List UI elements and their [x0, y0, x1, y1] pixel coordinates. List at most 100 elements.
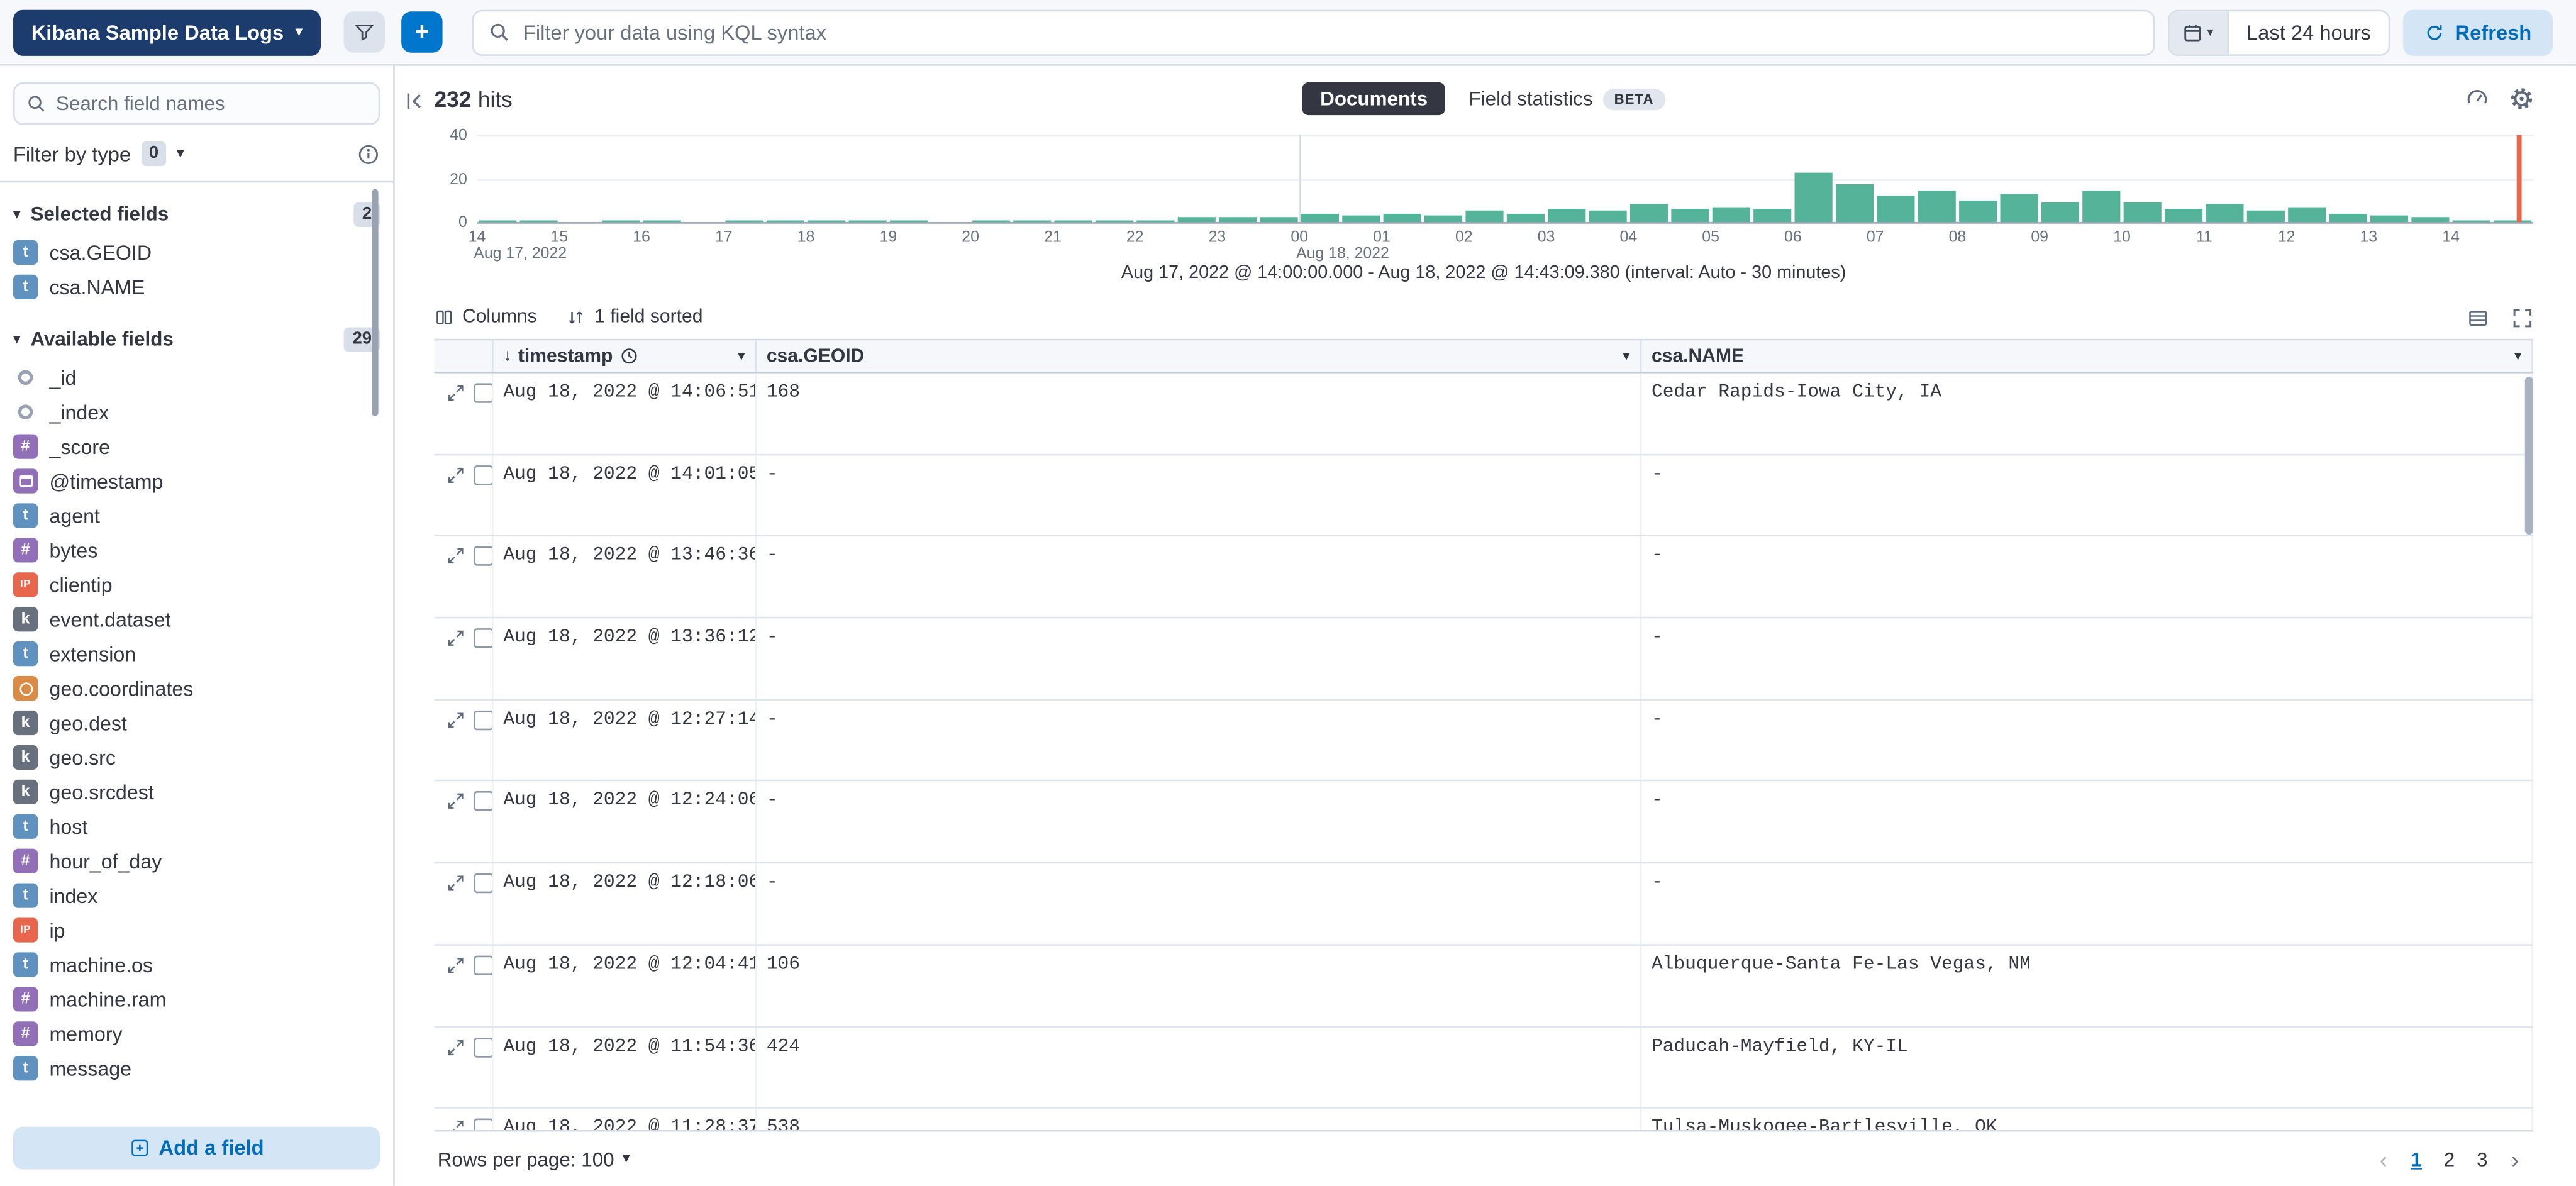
histogram-bar[interactable] [1055, 220, 1092, 222]
histogram-bar[interactable] [1342, 216, 1380, 222]
histogram-bar[interactable] [1589, 211, 1627, 222]
histogram-bar[interactable] [1260, 218, 1297, 222]
select-row-checkbox[interactable] [474, 1037, 493, 1056]
select-row-checkbox[interactable] [474, 710, 493, 729]
column-header-timestamp[interactable]: ↓ timestamp ▾ [494, 340, 757, 372]
histogram-bar[interactable] [890, 220, 928, 222]
histogram-bar[interactable] [1630, 204, 1668, 222]
histogram-bar[interactable] [1918, 192, 1956, 223]
select-row-checkbox[interactable] [474, 955, 493, 975]
histogram-bar[interactable] [1959, 200, 1997, 222]
tab-documents[interactable]: Documents [1302, 82, 1445, 115]
time-range-button[interactable]: Last 24 hours [2228, 11, 2389, 53]
histogram-bar[interactable] [2288, 207, 2326, 222]
page-button-1[interactable]: 1 [2402, 1142, 2431, 1175]
field-item-memory[interactable]: #memory [0, 1016, 393, 1051]
table-scrollbar[interactable] [2525, 377, 2533, 535]
expand-document-button[interactable] [446, 873, 465, 893]
expand-document-button[interactable] [446, 955, 465, 975]
select-row-checkbox[interactable] [474, 628, 493, 648]
columns-button[interactable]: Columns [434, 308, 536, 327]
page-button-2[interactable]: 2 [2434, 1142, 2464, 1175]
add-filter-button[interactable]: + [401, 11, 442, 52]
fullscreen-button[interactable] [2512, 307, 2533, 328]
sidebar-scrollbar[interactable] [372, 189, 378, 416]
histogram-bar[interactable] [1507, 213, 1545, 222]
expand-document-button[interactable] [446, 628, 465, 648]
field-item-machine.ram[interactable]: #machine.ram [0, 982, 393, 1016]
selected-fields-accordion[interactable]: ▾ Selected fields 2 [0, 192, 393, 235]
expand-document-button[interactable] [446, 792, 465, 811]
field-item-_index[interactable]: _index [0, 395, 393, 430]
histogram-bar[interactable] [2041, 202, 2079, 222]
histogram-bar[interactable] [2082, 192, 2120, 223]
histogram-bar[interactable] [519, 220, 557, 222]
field-item-_score[interactable]: #_score [0, 430, 393, 464]
column-header-csa-name[interactable]: csa.NAME ▾ [1641, 340, 2533, 372]
select-row-checkbox[interactable] [474, 465, 493, 484]
field-item-ip[interactable]: IPip [0, 913, 393, 948]
select-row-checkbox[interactable] [474, 1119, 493, 1130]
date-picker-calendar-button[interactable]: ▾ [2169, 11, 2228, 53]
sort-fields-button[interactable]: 1 field sorted [567, 308, 703, 327]
histogram-bar[interactable] [1013, 220, 1051, 222]
tab-field-statistics[interactable]: Field statistics BETA [1468, 87, 1665, 111]
histogram-bar[interactable] [725, 220, 763, 222]
histogram-bar[interactable] [1424, 216, 1462, 222]
histogram-bar[interactable] [2247, 211, 2285, 222]
histogram-bar[interactable] [767, 220, 804, 222]
histogram-bar[interactable] [1713, 207, 1750, 222]
refresh-button[interactable]: Refresh [2404, 9, 2553, 55]
histogram-bar[interactable] [849, 220, 887, 222]
field-item-bytes[interactable]: #bytes [0, 533, 393, 567]
chart-options-button[interactable] [2510, 87, 2533, 111]
field-item-@timestamp[interactable]: @timestamp [0, 464, 393, 499]
field-item-csa.GEOID[interactable]: tcsa.GEOID [0, 235, 393, 270]
filter-by-type-button[interactable]: Filter by type 0 ▾ [13, 141, 184, 166]
expand-document-button[interactable] [446, 383, 465, 402]
histogram-bar[interactable] [1178, 218, 1216, 222]
histogram-bar[interactable] [1465, 211, 1503, 222]
histogram-bar[interactable] [1836, 185, 1874, 222]
histogram-bar[interactable] [1795, 172, 1833, 222]
chevron-down-icon[interactable]: ▾ [1623, 347, 1630, 365]
field-item-extension[interactable]: textension [0, 636, 393, 671]
field-item-csa.NAME[interactable]: tcsa.NAME [0, 270, 393, 304]
available-fields-accordion[interactable]: ▾ Available fields 29 [0, 318, 393, 360]
histogram-bar[interactable] [2329, 213, 2367, 222]
field-item-geo.srcdest[interactable]: kgeo.srcdest [0, 775, 393, 809]
histogram-bar[interactable] [479, 220, 516, 222]
previous-page-button[interactable]: ‹ [2368, 1146, 2398, 1172]
expand-document-button[interactable] [446, 1119, 465, 1130]
histogram-bar[interactable] [2124, 202, 2162, 222]
kql-query-input[interactable] [510, 19, 2138, 45]
histogram-bar[interactable] [1301, 213, 1339, 222]
saved-query-menu-button[interactable] [344, 11, 385, 52]
expand-document-button[interactable] [446, 546, 465, 566]
field-item-hour_of_day[interactable]: #hour_of_day [0, 844, 393, 878]
data-view-picker-button[interactable]: Kibana Sample Data Logs ▾ [13, 9, 321, 55]
collapse-sidebar-button[interactable] [403, 89, 428, 113]
expand-document-button[interactable] [446, 710, 465, 729]
page-button-3[interactable]: 3 [2467, 1142, 2497, 1175]
histogram-bar[interactable] [2411, 218, 2449, 222]
field-item-agent[interactable]: tagent [0, 498, 393, 533]
chevron-down-icon[interactable]: ▾ [738, 347, 745, 365]
field-item-geo.src[interactable]: kgeo.src [0, 740, 393, 775]
rows-per-page-button[interactable]: Rows per page: 100 ▾ [438, 1147, 630, 1170]
histogram-bar[interactable] [1219, 218, 1257, 222]
expand-document-button[interactable] [446, 465, 465, 484]
field-list-info-button[interactable] [357, 142, 380, 165]
inspect-button[interactable] [2466, 87, 2489, 111]
histogram-bar[interactable] [2494, 220, 2531, 222]
histogram-bar[interactable] [2370, 216, 2408, 222]
field-item-_id[interactable]: _id [0, 360, 393, 395]
field-item-clientip[interactable]: IPclientip [0, 567, 393, 602]
field-item-message[interactable]: tmessage [0, 1051, 393, 1085]
chevron-down-icon[interactable]: ▾ [2514, 347, 2522, 365]
column-header-csa-geoid[interactable]: csa.GEOID ▾ [757, 340, 1641, 372]
histogram-bar[interactable] [643, 220, 681, 222]
histogram-chart[interactable]: 0204014151617181920212223000102030405060… [434, 131, 2533, 263]
histogram-bar[interactable] [1753, 209, 1791, 222]
field-item-machine.os[interactable]: tmachine.os [0, 948, 393, 982]
